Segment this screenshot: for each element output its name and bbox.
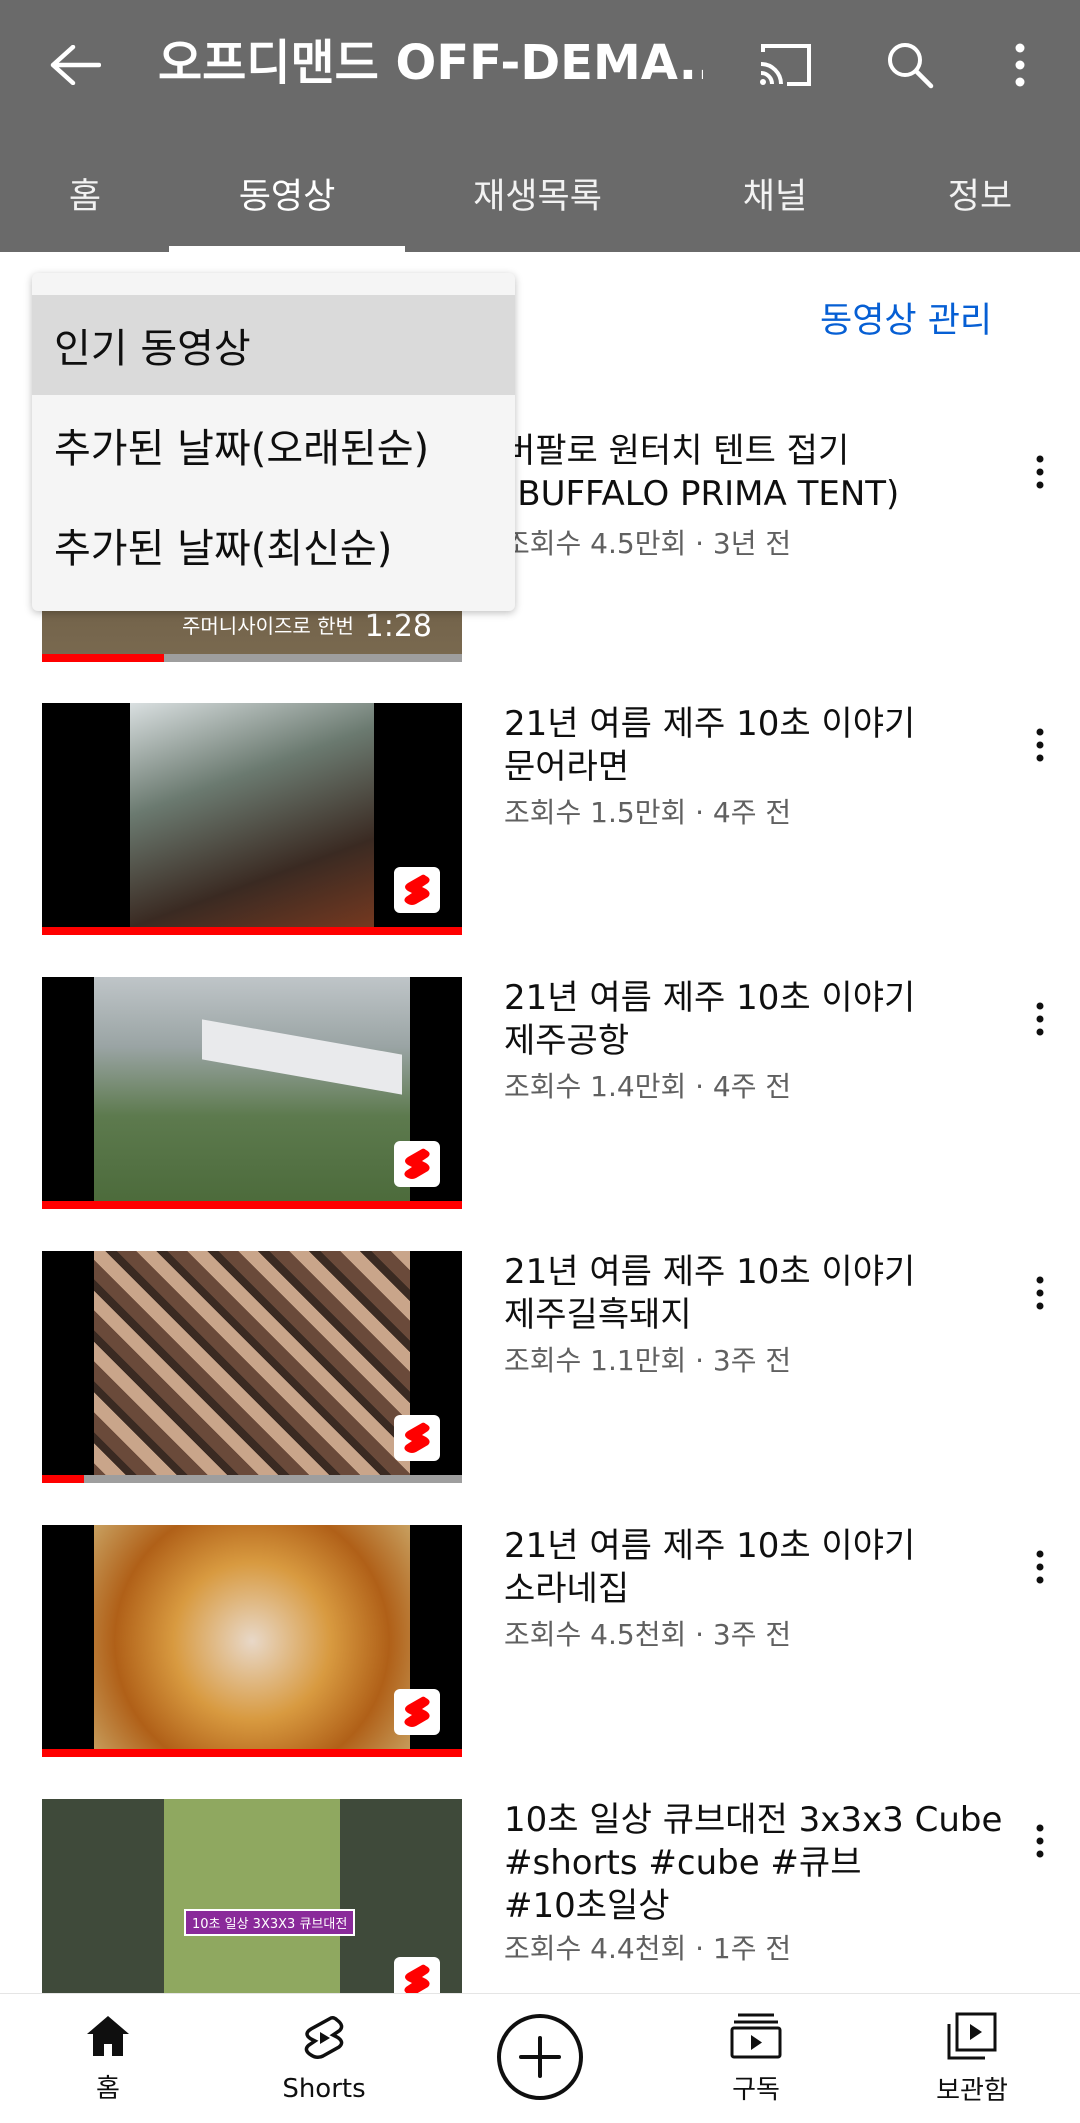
home-icon <box>87 2015 129 2056</box>
video-more-icon[interactable] <box>1010 1263 1070 1323</box>
video-duration: 1:28 <box>364 609 432 644</box>
video-title-line: #shorts #cube #큐브 <box>504 1843 862 1883</box>
app-header: 오프디맨드 OFF-DEMA... 홈 동영상 재생목록 채널 정보 <box>0 0 1080 252</box>
video-title[interactable]: 21년 여름 제주 10초 이야기 문어라면 <box>504 703 1004 789</box>
video-title-line: (BUFFALO PRIMA TENT) <box>504 474 900 514</box>
video-title-line: 10초 일상 큐브대전 3x3x3 Cube <box>504 1800 1003 1840</box>
nav-home[interactable]: 홈 <box>28 1994 188 2123</box>
nav-label: 보관함 <box>936 2075 1008 2106</box>
video-item[interactable]: 21년 여름 제주 10초 이야기 제주길흑돼지 조회수 1.1만회 · 3주 … <box>0 1251 1080 1511</box>
thumbnail-caption: 10초 일상 3X3X3 큐브대전 <box>184 1909 356 1936</box>
video-more-icon[interactable] <box>1010 1537 1070 1597</box>
sort-menu: 인기 동영상 추가된 날짜(오래된순) 추가된 날짜(최신순) <box>32 273 515 611</box>
watch-progress <box>42 1749 462 1757</box>
video-thumbnail[interactable] <box>42 1251 462 1483</box>
watch-progress <box>42 654 164 662</box>
top-bar: 오프디맨드 OFF-DEMA... <box>0 0 1080 125</box>
nav-label: 구독 <box>732 2074 780 2105</box>
library-icon <box>947 2012 997 2059</box>
nav-subscriptions[interactable]: 구독 <box>676 1994 836 2123</box>
nav-library[interactable]: 보관함 <box>892 1994 1052 2123</box>
nav-shorts[interactable]: Shorts <box>244 1994 404 2123</box>
video-meta: 조회수 1.4만회 · 4주 전 <box>504 1070 792 1103</box>
bottom-navigation: 홈 Shorts 구독 보관함 <box>0 1993 1080 2123</box>
video-title[interactable]: 21년 여름 제주 10초 이야기 제주길흑돼지 <box>504 1251 1004 1337</box>
video-title-line: 제주길흑돼지 <box>504 1295 692 1335</box>
tab-channels[interactable]: 채널 <box>690 135 860 252</box>
channel-title: 오프디맨드 OFF-DEMA... <box>158 35 703 91</box>
watch-progress <box>42 1201 462 1209</box>
shorts-badge-icon <box>394 1689 440 1735</box>
channel-tabs: 홈 동영상 재생목록 채널 정보 <box>0 135 1080 252</box>
shorts-icon <box>304 2016 344 2060</box>
video-title-line: #10초일상 <box>504 1886 670 1926</box>
video-title-line: 버팔로 원터치 텐트 접기 <box>504 431 850 471</box>
video-title-line: 문어라면 <box>504 747 630 787</box>
tab-playlists[interactable]: 재생목록 <box>430 135 645 252</box>
nav-label: 홈 <box>96 2073 120 2104</box>
video-title[interactable]: 10초 일상 큐브대전 3x3x3 Cube #shorts #cube #큐브… <box>504 1799 1004 1928</box>
shorts-badge-icon <box>394 867 440 913</box>
cast-icon[interactable] <box>750 30 820 100</box>
shorts-badge-icon <box>394 1415 440 1461</box>
video-thumbnail[interactable] <box>42 703 462 935</box>
video-more-icon[interactable] <box>1010 442 1070 502</box>
video-meta: 조회수 4.5천회 · 3주 전 <box>504 1618 792 1651</box>
video-title-line: 21년 여름 제주 10초 이야기 <box>504 978 916 1018</box>
video-item[interactable]: 21년 여름 제주 10초 이야기 제주공항 조회수 1.4만회 · 4주 전 <box>0 977 1080 1237</box>
search-icon[interactable] <box>875 30 945 100</box>
manage-videos-link[interactable]: 동영상 관리 <box>820 292 992 343</box>
video-title-line: 제주공항 <box>504 1021 630 1061</box>
tab-about[interactable]: 정보 <box>900 135 1060 252</box>
watch-progress <box>42 1475 84 1483</box>
video-title-line: 21년 여름 제주 10초 이야기 <box>504 1526 916 1566</box>
video-title-line: 21년 여름 제주 10초 이야기 <box>504 1252 916 1292</box>
video-thumbnail[interactable] <box>42 977 462 1209</box>
video-thumbnail[interactable] <box>42 1525 462 1757</box>
more-vert-icon[interactable] <box>985 30 1055 100</box>
video-more-icon[interactable] <box>1010 989 1070 1049</box>
thumbnail-caption: 주머니사이즈로 한번 <box>182 614 354 638</box>
video-thumbnail[interactable]: 10초 일상 3X3X3 큐브대전 <box>42 1799 462 1993</box>
progress-track <box>42 1475 462 1483</box>
shorts-badge-icon <box>394 1957 440 1993</box>
video-title-line: 소라네집 <box>504 1569 630 1609</box>
video-more-icon[interactable] <box>1010 715 1070 775</box>
video-title[interactable]: 버팔로 원터치 텐트 접기 (BUFFALO PRIMA TENT) <box>504 430 1004 516</box>
tab-indicator <box>169 246 405 252</box>
video-title[interactable]: 21년 여름 제주 10초 이야기 제주공항 <box>504 977 1004 1063</box>
video-title[interactable]: 21년 여름 제주 10초 이야기 소라네집 <box>504 1525 1004 1611</box>
video-item[interactable]: 21년 여름 제주 10초 이야기 문어라면 조회수 1.5만회 · 4주 전 <box>0 703 1080 963</box>
video-item[interactable]: 10초 일상 3X3X3 큐브대전 10초 일상 큐브대전 3x3x3 Cube… <box>0 1799 1080 1993</box>
nav-label: Shorts <box>282 2074 366 2104</box>
create-plus-icon[interactable] <box>497 2014 583 2100</box>
sort-option-popular[interactable]: 인기 동영상 <box>32 295 515 395</box>
video-meta: 조회수 4.4천회 · 1주 전 <box>504 1932 792 1965</box>
back-arrow-icon[interactable] <box>40 30 110 100</box>
tab-home[interactable]: 홈 <box>10 135 160 252</box>
subscriptions-icon <box>730 2013 782 2058</box>
video-meta: 조회수 1.5만회 · 4주 전 <box>504 796 792 829</box>
video-meta: 조회수 1.1만회 · 3주 전 <box>504 1344 792 1377</box>
video-meta: 조회수 4.5만회 · 3년 전 <box>504 527 792 560</box>
video-title-line: 21년 여름 제주 10초 이야기 <box>504 704 916 744</box>
shorts-badge-icon <box>394 1141 440 1187</box>
video-item[interactable]: 21년 여름 제주 10초 이야기 소라네집 조회수 4.5천회 · 3주 전 <box>0 1525 1080 1785</box>
video-more-icon[interactable] <box>1010 1811 1070 1871</box>
sort-option-newest[interactable]: 추가된 날짜(최신순) <box>32 495 515 595</box>
watch-progress <box>42 927 462 935</box>
tab-videos[interactable]: 동영상 <box>169 135 405 252</box>
sort-option-oldest[interactable]: 추가된 날짜(오래된순) <box>32 395 515 495</box>
